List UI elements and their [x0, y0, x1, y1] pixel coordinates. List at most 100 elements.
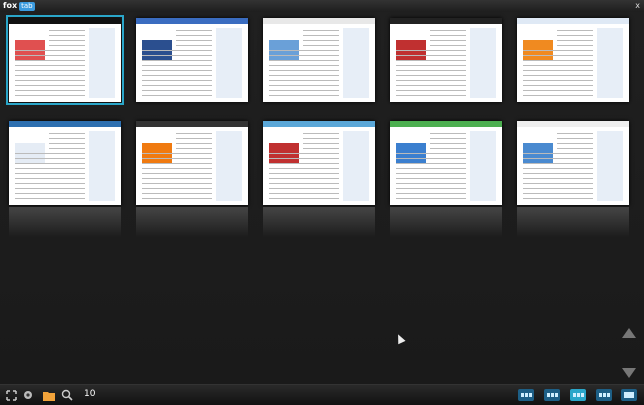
page-thumb-7[interactable] — [136, 121, 248, 205]
thumb-text-line — [269, 65, 339, 66]
thumb-reflection — [9, 207, 121, 237]
thumb-text-line — [396, 158, 466, 159]
thumb-text-line — [303, 40, 339, 41]
thumb-text-line — [430, 45, 466, 46]
fullscreen-button[interactable] — [4, 388, 18, 402]
thumb-text-line — [396, 50, 466, 51]
view-large-button[interactable] — [518, 389, 534, 401]
thumb-text-line — [557, 45, 593, 46]
view-small-button[interactable] — [596, 389, 612, 401]
page-thumb-10[interactable] — [517, 121, 629, 205]
thumb-text-line — [176, 138, 212, 139]
thumb-text-line — [142, 70, 212, 71]
thumb-text-line — [15, 65, 85, 66]
thumb-header — [263, 18, 375, 24]
thumb-text-line — [49, 143, 85, 144]
thumb-sidebar — [470, 131, 496, 201]
search-button[interactable] — [60, 388, 74, 402]
thumb-text-line — [523, 168, 593, 169]
thumb-text-line — [269, 198, 339, 199]
thumb-text-line — [396, 55, 466, 56]
thumb-header — [390, 18, 502, 24]
thumb-text-line — [15, 85, 85, 86]
thumb-text-line — [303, 143, 339, 144]
thumb-text-line — [176, 45, 212, 46]
logo-text: fox — [3, 1, 18, 10]
thumb-text-line — [523, 55, 593, 56]
thumb-text-line — [523, 183, 593, 184]
thumb-text-line — [523, 188, 593, 189]
thumb-text-line — [142, 188, 212, 189]
thumb-text-line — [269, 90, 339, 91]
thumb-sidebar — [216, 131, 242, 201]
view-medium-button[interactable] — [544, 389, 560, 401]
thumb-sidebar — [89, 28, 115, 98]
scroll-up-icon[interactable] — [622, 328, 636, 338]
page-thumb-5[interactable] — [517, 18, 629, 102]
thumb-text-line — [523, 193, 593, 194]
thumb-header — [136, 18, 248, 24]
thumb-text-line — [142, 65, 212, 66]
page-thumb-9[interactable] — [390, 121, 502, 205]
thumb-text-line — [396, 173, 466, 174]
thumb-text-line — [269, 60, 339, 61]
thumb-text-line — [396, 65, 466, 66]
thumb-text-line — [142, 55, 212, 56]
thumb-text-line — [396, 80, 466, 81]
page-thumb-6[interactable] — [9, 121, 121, 205]
thumb-text-line — [15, 193, 85, 194]
page-thumb-2[interactable] — [136, 18, 248, 102]
thumb-text-line — [523, 158, 593, 159]
thumb-text-line — [142, 168, 212, 169]
thumb-sidebar — [343, 28, 369, 98]
thumb-sidebar — [597, 131, 623, 201]
page-thumb-3[interactable] — [263, 18, 375, 102]
thumb-text-line — [396, 60, 466, 61]
thumb-sidebar — [470, 28, 496, 98]
thumb-text-line — [142, 193, 212, 194]
page-thumb-4[interactable] — [390, 18, 502, 102]
thumb-text-line — [15, 183, 85, 184]
thumb-text-line — [396, 95, 466, 96]
thumb-text-line — [523, 50, 593, 51]
thumb-text-line — [269, 188, 339, 189]
scroll-down-icon[interactable] — [622, 368, 636, 378]
thumb-header — [390, 121, 502, 127]
page-thumb-1[interactable] — [6, 15, 124, 105]
folder-button[interactable] — [42, 388, 56, 402]
thumb-text-line — [430, 148, 466, 149]
page-thumb-8[interactable] — [263, 121, 375, 205]
thumb-text-line — [142, 163, 212, 164]
thumb-text-line — [269, 50, 339, 51]
bottom-toolbar: 10 — [0, 384, 644, 405]
thumb-text-line — [142, 85, 212, 86]
thumb-text-line — [269, 168, 339, 169]
close-button[interactable]: x — [635, 0, 640, 11]
thumb-text-line — [523, 75, 593, 76]
thumb-text-line — [269, 70, 339, 71]
thumb-text-line — [523, 85, 593, 86]
thumb-text-line — [557, 35, 593, 36]
thumb-reflection — [390, 207, 502, 237]
thumb-text-line — [557, 133, 593, 134]
thumb-header — [136, 121, 248, 127]
settings-button[interactable] — [21, 388, 35, 402]
view-grid-button[interactable] — [570, 389, 586, 401]
thumb-text-line — [15, 70, 85, 71]
thumb-text-line — [523, 198, 593, 199]
thumb-text-line — [303, 138, 339, 139]
thumb-text-line — [15, 95, 85, 96]
thumb-text-line — [523, 80, 593, 81]
thumb-text-line — [523, 70, 593, 71]
thumb-text-line — [142, 80, 212, 81]
thumb-text-line — [396, 188, 466, 189]
thumb-text-line — [523, 178, 593, 179]
thumb-text-line — [15, 60, 85, 61]
thumb-text-line — [523, 90, 593, 91]
thumb-text-line — [15, 178, 85, 179]
view-list-button[interactable] — [621, 389, 637, 401]
logo-badge: tab — [19, 1, 35, 11]
thumb-text-line — [49, 35, 85, 36]
thumb-text-line — [269, 55, 339, 56]
thumb-text-line — [269, 163, 339, 164]
